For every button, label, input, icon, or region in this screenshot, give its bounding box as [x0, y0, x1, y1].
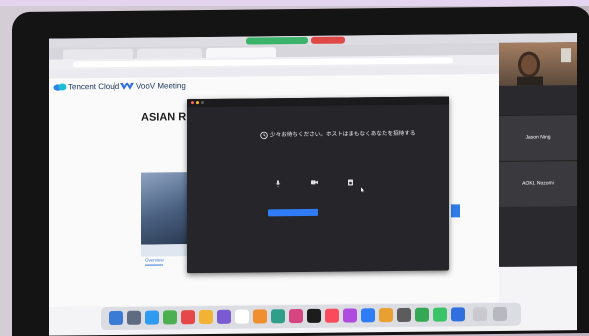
camera-control[interactable]: [299, 180, 329, 187]
self-video-tile: [499, 42, 577, 86]
clock-icon: [260, 131, 268, 140]
voov-logo-icon: [120, 82, 134, 90]
app-store-icon[interactable]: [361, 308, 375, 323]
browser-tab[interactable]: [137, 48, 202, 59]
microphone-icon: [275, 180, 281, 188]
settings-icon[interactable]: [397, 307, 411, 322]
register-button[interactable]: [451, 204, 460, 218]
safari-icon[interactable]: [145, 310, 159, 325]
maximize-window-icon[interactable]: [201, 101, 204, 105]
participant-name: Jason Ning: [525, 134, 551, 141]
brand-tencent-cloud: Tencent Cloud: [68, 81, 120, 92]
podcasts-icon[interactable]: [343, 308, 357, 323]
participant-tile[interactable]: Jason Ning: [499, 114, 577, 161]
event-hero-caption: [141, 244, 189, 257]
event-hero-image: [141, 172, 189, 245]
waiting-room-dialog: 少々お待ちください。ホストはまもなくあなたを招待する: [187, 96, 449, 274]
person-video-icon: [517, 48, 571, 86]
close-window-icon[interactable]: [191, 101, 194, 105]
tab-overview-underline: [145, 264, 163, 266]
trash-icon[interactable]: [493, 306, 507, 321]
dialog-titlebar: [187, 96, 449, 108]
laptop-screen: Tencent Cloud VooV Meeting ASIAN R Overv…: [49, 33, 577, 336]
calendar-icon[interactable]: [235, 309, 249, 324]
tab-overview[interactable]: Overview: [145, 257, 164, 262]
line-icon[interactable]: [433, 307, 447, 322]
apple-tv-icon[interactable]: [307, 308, 321, 323]
finder-icon[interactable]: [109, 310, 123, 326]
brand-divider: [114, 81, 115, 91]
voov-meeting-icon[interactable]: [451, 307, 465, 322]
downloads-icon[interactable]: [473, 307, 487, 322]
brand-voov-meeting: VooV Meeting: [136, 81, 186, 91]
app-icon[interactable]: [271, 309, 285, 324]
minimize-window-icon[interactable]: [196, 101, 199, 105]
event-title: ASIAN R: [141, 111, 187, 124]
messages-icon[interactable]: [163, 310, 177, 325]
app-icon[interactable]: [181, 310, 195, 325]
mouse-cursor-icon: [361, 187, 364, 193]
app-icon[interactable]: [217, 309, 231, 324]
app-icon[interactable]: [415, 307, 429, 322]
photo-scene: Tencent Cloud VooV Meeting ASIAN R Overv…: [0, 0, 589, 336]
screen-share-status[interactable]: [246, 36, 308, 45]
app-icon[interactable]: [379, 308, 393, 323]
app-icon[interactable]: [199, 309, 213, 325]
tencent-cloud-logo-icon: [53, 83, 67, 91]
participant-tile[interactable]: AOKI, Nozomi: [499, 160, 577, 207]
microphone-control[interactable]: [263, 180, 293, 189]
test-speaker-mic-button[interactable]: [268, 208, 318, 217]
speaker-icon: [347, 179, 353, 186]
laptop-bezel: Tencent Cloud VooV Meeting ASIAN R Overv…: [12, 5, 589, 336]
camera-icon: [310, 180, 318, 185]
stop-share-button[interactable]: [311, 36, 345, 44]
waiting-message: 少々お待ちください。ホストはまもなくあなたを招待する: [270, 130, 416, 139]
launchpad-icon[interactable]: [127, 310, 141, 325]
video-gallery: Jason Ning AOKI, Nozomi: [499, 42, 577, 267]
music-icon[interactable]: [325, 308, 339, 323]
app-icon[interactable]: [253, 309, 267, 324]
mac-dock: [101, 302, 521, 331]
participant-name: AOKI, Nozomi: [522, 180, 554, 187]
app-icon[interactable]: [289, 308, 303, 324]
